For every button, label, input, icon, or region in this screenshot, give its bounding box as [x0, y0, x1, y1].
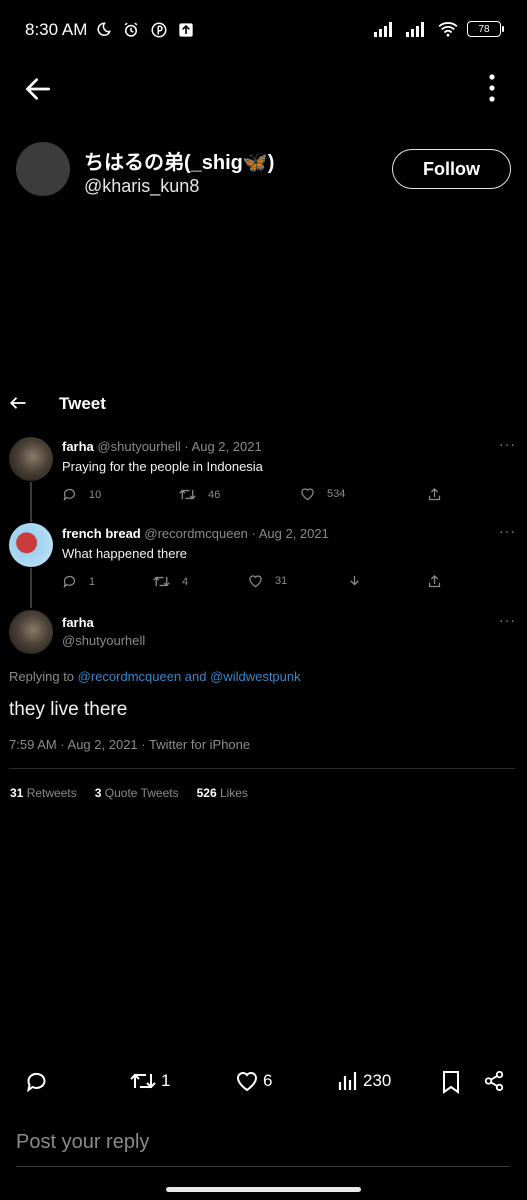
retweet-count: 4 — [153, 574, 188, 589]
heart-icon — [235, 1070, 259, 1092]
avatar — [9, 523, 53, 567]
share-button[interactable] — [483, 1070, 505, 1092]
share-icon — [427, 574, 442, 589]
reply-icon — [62, 487, 77, 502]
replying-to-users: @recordmcqueen and @wildwestpunk — [77, 669, 301, 684]
tweet-timestamp: 7:59 AM · Aug 2, 2021 · Twitter for iPho… — [9, 737, 251, 752]
follow-button[interactable]: Follow — [392, 149, 511, 189]
more-options-icon[interactable] — [485, 72, 499, 106]
reply-count: 1 — [62, 574, 95, 589]
tweet-meta: @shutyourhell · Aug 2, 2021 — [97, 439, 262, 454]
avatar[interactable] — [16, 142, 70, 196]
battery-icon: 78 — [467, 21, 504, 37]
retweet-count: 1 — [161, 1071, 171, 1090]
retweet-icon — [153, 574, 170, 589]
tweet-author-handle: @shutyourhell — [62, 633, 146, 648]
avatar — [9, 437, 53, 481]
retweets-stat: 31 Retweets — [10, 786, 77, 800]
retweet-button[interactable]: 1 — [129, 1070, 170, 1092]
tweet-header: farha @shutyourhell · Aug 2, 2021 — [62, 439, 262, 454]
tweet-stats: 31 Retweets 3 Quote Tweets 526 Likes — [10, 786, 248, 800]
avatar — [9, 610, 53, 654]
embedded-back-arrow-icon — [9, 395, 27, 411]
home-indicator[interactable] — [166, 1187, 361, 1192]
thread-connector — [30, 568, 32, 608]
pinterest-icon — [150, 21, 168, 39]
likes-stat: 526 Likes — [196, 786, 248, 800]
moon-icon — [94, 21, 112, 39]
like-button[interactable]: 6 — [235, 1070, 272, 1092]
heart-icon — [248, 574, 263, 588]
tweet-text: Praying for the people in Indonesia — [62, 459, 263, 474]
download-arrow-icon — [347, 574, 362, 589]
like-count: 31 — [248, 574, 287, 588]
views-count: 230 — [363, 1071, 392, 1090]
tweet-more-icon: ··· — [499, 523, 516, 539]
views-button[interactable]: 230 — [337, 1070, 391, 1092]
like-count: 534 — [300, 487, 345, 501]
back-arrow-icon[interactable] — [22, 73, 54, 105]
upload-notification-icon — [178, 22, 194, 38]
tweet-header: french bread @recordmcqueen · Aug 2, 202… — [62, 526, 329, 541]
tweet-more-icon: ··· — [499, 436, 516, 452]
reply-button[interactable] — [24, 1070, 49, 1094]
like-count: 6 — [263, 1071, 273, 1090]
reply-count: 10 — [62, 487, 101, 502]
main-tweet-text: they live there — [9, 699, 128, 720]
reply-icon — [62, 574, 77, 589]
status-bar: 8:30 AM 78 — [0, 0, 527, 62]
tweet-more-icon: ··· — [499, 612, 516, 628]
bookmark-icon — [441, 1070, 461, 1094]
tweet-meta: @recordmcqueen · Aug 2, 2021 — [144, 526, 329, 541]
status-time: 8:30 AM — [25, 20, 88, 39]
tweet-author-name: farha — [62, 615, 94, 630]
heart-icon — [300, 487, 315, 501]
embedded-page-title: Tweet — [59, 394, 106, 413]
divider — [9, 768, 515, 769]
author-display-name[interactable]: ちはるの弟(_shig🦋) — [84, 146, 274, 175]
alarm-icon — [122, 21, 140, 39]
share-icon — [427, 487, 442, 502]
signal-icon — [405, 21, 429, 37]
reply-input[interactable]: Post your reply — [16, 1131, 510, 1167]
share-icon — [483, 1070, 505, 1092]
reply-icon — [24, 1070, 49, 1094]
thread-connector — [30, 482, 32, 522]
retweet-icon — [129, 1070, 157, 1092]
views-chart-icon — [337, 1070, 359, 1092]
retweet-count: 46 — [179, 487, 220, 502]
tweet-text: What happened there — [62, 546, 188, 561]
tweet-author-name: farha — [62, 439, 94, 454]
retweet-icon — [179, 487, 196, 502]
quote-tweets-stat: 3 Quote Tweets — [94, 786, 179, 800]
replying-to: Replying to @recordmcqueen and @wildwest… — [9, 669, 301, 684]
author-handle[interactable]: @kharis_kun8 — [84, 176, 199, 197]
bookmark-button[interactable] — [441, 1070, 461, 1094]
tweet-author-name: french bread — [62, 526, 141, 541]
signal-icon — [373, 21, 397, 37]
wifi-icon — [437, 21, 459, 37]
